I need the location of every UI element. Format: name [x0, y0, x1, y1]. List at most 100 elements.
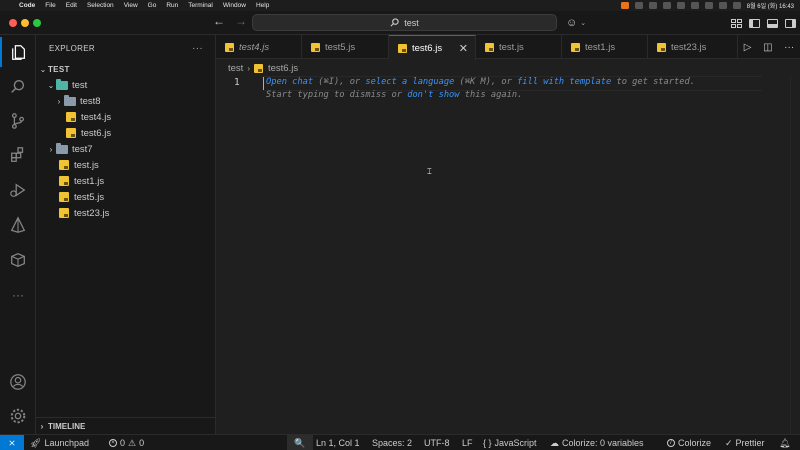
- menu-bar-clock[interactable]: 8월 6일 (화) 16:43: [747, 1, 794, 10]
- status-app-icon[interactable]: [620, 2, 629, 9]
- menu-view[interactable]: View: [119, 2, 143, 9]
- language-mode[interactable]: { } JavaScript: [483, 435, 537, 450]
- editor-area[interactable]: 1 Open chat (⌘I), or select a language (…: [216, 76, 800, 434]
- toggle-secondary-sidebar-icon[interactable]: [785, 18, 796, 28]
- toggle-primary-sidebar-icon[interactable]: [749, 18, 760, 28]
- menu-terminal[interactable]: Terminal: [183, 2, 218, 9]
- colorize-variables-status[interactable]: ☁ Colorize: 0 variables: [550, 435, 644, 450]
- tree-file-test5[interactable]: test5.js: [36, 189, 216, 205]
- tab-test4[interactable]: test4.js: [216, 35, 302, 59]
- tree-folder-test7[interactable]: › test7: [36, 141, 216, 157]
- cursor-position[interactable]: Ln 1, Col 1: [316, 435, 360, 450]
- workspace-root[interactable]: ⌄ TEST: [36, 61, 216, 77]
- accounts-activity[interactable]: [0, 367, 36, 397]
- more-actions-icon[interactable]: ···: [192, 43, 203, 54]
- search-activity[interactable]: [0, 72, 36, 102]
- indentation-status[interactable]: Spaces: 2: [372, 435, 412, 450]
- mouse-pointer-icon: ⌶: [427, 167, 432, 176]
- javascript-file-icon: [225, 42, 234, 52]
- status-app-icon[interactable]: [676, 2, 685, 9]
- tree-file-test1[interactable]: test1.js: [36, 173, 216, 189]
- status-app-icon[interactable]: [634, 2, 643, 9]
- menu-run[interactable]: Run: [161, 2, 183, 9]
- source-control-activity[interactable]: [0, 106, 36, 136]
- open-chat-link[interactable]: Open chat: [266, 77, 313, 87]
- tree-file-test6[interactable]: test6.js: [36, 125, 216, 141]
- chevron-down-icon: ⌄: [47, 80, 55, 90]
- notifications-bell-icon[interactable]: 🔔︎: [779, 435, 790, 450]
- minimize-window-button[interactable]: [21, 19, 29, 27]
- close-window-button[interactable]: [9, 19, 17, 27]
- status-app-icon[interactable]: [662, 2, 671, 9]
- launchpad-status[interactable]: 🚀︎ Launchpad: [30, 435, 89, 450]
- menu-window[interactable]: Window: [218, 2, 251, 9]
- fill-template-link[interactable]: fill with template: [517, 77, 611, 87]
- tree-folder-test8[interactable]: › test8: [36, 93, 216, 109]
- eol-status[interactable]: LF: [462, 435, 473, 450]
- tree-file-test[interactable]: test.js: [36, 157, 216, 173]
- javascript-file-icon: [311, 42, 320, 52]
- manage-activity[interactable]: [0, 401, 36, 431]
- timeline-section[interactable]: › TIMELINE: [36, 417, 216, 434]
- status-app-icon[interactable]: [648, 2, 657, 9]
- toggle-panel-icon[interactable]: [767, 18, 778, 28]
- command-center-search[interactable]: test: [252, 14, 557, 31]
- menu-help[interactable]: Help: [251, 2, 274, 9]
- tree-item-label: test4.js: [81, 111, 112, 123]
- run-debug-activity[interactable]: [0, 175, 36, 205]
- menu-file[interactable]: File: [40, 2, 60, 9]
- colorize-status[interactable]: / Colorize: [667, 435, 711, 450]
- containers-activity[interactable]: [0, 245, 36, 275]
- status-app-icon[interactable]: [690, 2, 699, 9]
- remote-indicator-icon[interactable]: ⨯: [0, 435, 24, 450]
- control-center-icon[interactable]: [718, 2, 727, 9]
- warning-count: 0: [139, 438, 145, 448]
- customize-layout-icon[interactable]: [731, 18, 742, 28]
- breadcrumb-folder[interactable]: test: [228, 63, 243, 74]
- copilot-icon[interactable]: ☺: [566, 17, 577, 29]
- tab-label: test5.js: [325, 41, 356, 53]
- more-activity-icon[interactable]: ···: [0, 280, 36, 310]
- tab-test6[interactable]: test6.js ✕: [389, 35, 476, 60]
- tab-test[interactable]: test.js: [476, 35, 562, 59]
- tab-test5[interactable]: test5.js: [302, 35, 389, 59]
- dont-show-link[interactable]: don't show: [407, 90, 459, 100]
- tab-label: test4.js: [239, 41, 270, 53]
- tree-file-test4[interactable]: test4.js: [36, 109, 216, 125]
- problems-status[interactable]: × 0 ⚠ 0: [109, 435, 144, 450]
- go-back-button[interactable]: ←: [211, 14, 227, 28]
- chevron-down-icon[interactable]: ⌄: [580, 19, 586, 27]
- menu-app-name[interactable]: Code: [14, 2, 40, 9]
- vertical-scrollbar[interactable]: [790, 76, 800, 434]
- tree-folder-test[interactable]: ⌄ test: [36, 77, 216, 93]
- more-actions-icon[interactable]: ···: [784, 42, 794, 53]
- breadcrumb-file[interactable]: test6.js: [268, 63, 298, 74]
- run-icon[interactable]: ▷: [744, 42, 752, 53]
- zoom-window-button[interactable]: [33, 19, 41, 27]
- close-icon[interactable]: ✕: [459, 42, 468, 55]
- wifi-icon[interactable]: [704, 2, 713, 9]
- tab-test1[interactable]: test1.js: [562, 35, 648, 59]
- folder-open-icon: [56, 78, 68, 90]
- tree-item-label: test7: [72, 143, 93, 155]
- tree-file-test23[interactable]: test23.js: [36, 205, 216, 221]
- explorer-activity[interactable]: [0, 37, 36, 67]
- tree-item-label: test5.js: [74, 191, 105, 203]
- menu-go[interactable]: Go: [143, 2, 162, 9]
- extensions-activity[interactable]: [0, 140, 36, 170]
- tree-item-label: test6.js: [81, 127, 112, 139]
- siri-icon[interactable]: [732, 2, 741, 9]
- hint-text: to get started.: [611, 77, 695, 87]
- split-editor-icon[interactable]: ◫: [763, 42, 772, 53]
- tab-test23[interactable]: test23.js: [648, 35, 738, 59]
- encoding-status[interactable]: UTF-8: [424, 435, 450, 450]
- menu-selection[interactable]: Selection: [82, 2, 119, 9]
- zoom-icon[interactable]: 🔍: [287, 435, 313, 450]
- go-forward-button[interactable]: →: [233, 14, 249, 28]
- chevron-right-icon: ›: [40, 421, 44, 431]
- hint-text: (⌘I), or: [313, 77, 366, 87]
- prettier-status[interactable]: ✓ Prettier: [725, 435, 765, 450]
- menu-edit[interactable]: Edit: [61, 2, 82, 9]
- select-language-link[interactable]: select a language: [365, 77, 454, 87]
- remote-explorer-activity[interactable]: [0, 210, 36, 240]
